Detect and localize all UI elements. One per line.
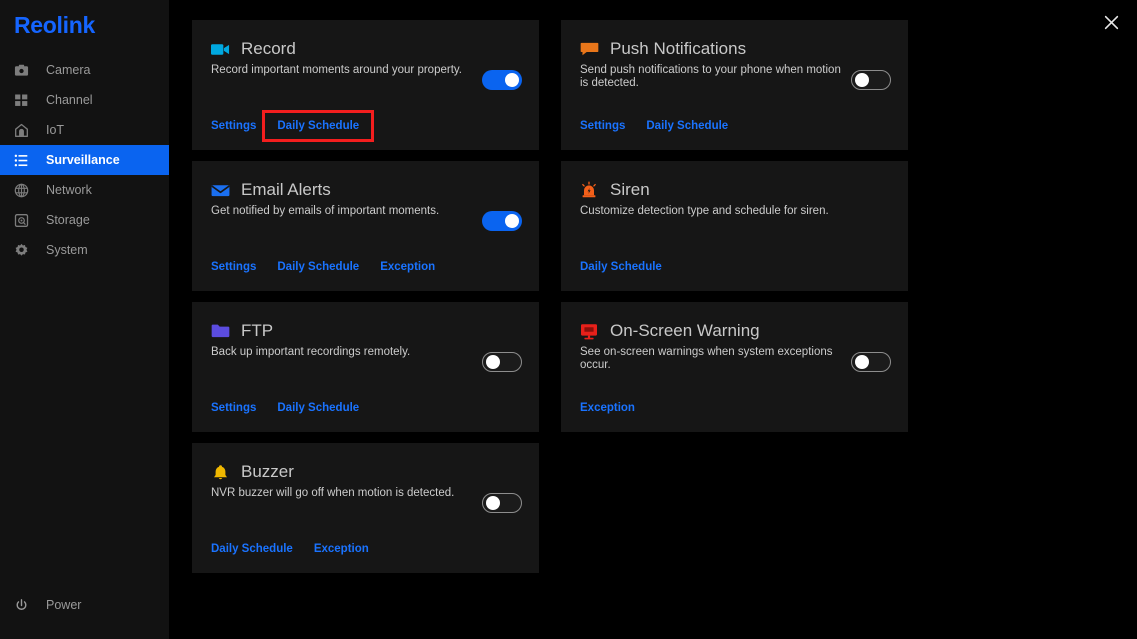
toggle-on-screen-warning[interactable] xyxy=(851,352,891,372)
gear-icon xyxy=(13,242,29,258)
link-daily-schedule[interactable]: Daily Schedule xyxy=(646,120,728,132)
link-exception[interactable]: Exception xyxy=(580,402,635,414)
toggle-knob xyxy=(486,355,500,369)
card-header: Buzzer xyxy=(210,461,294,483)
sidebar-item-power[interactable]: Power xyxy=(0,591,169,619)
surveillance-settings-page: Reolink Camera Channel IoT Surveillance Netw… xyxy=(0,0,1137,639)
channel-grid-icon xyxy=(13,92,29,108)
sidebar-item-label: Camera xyxy=(46,63,91,77)
card-description: Record important moments around your pro… xyxy=(211,64,462,76)
card-title: Siren xyxy=(610,180,650,199)
toggle-knob xyxy=(505,214,519,228)
link-settings[interactable]: Settings xyxy=(211,120,256,132)
card-on-screen-warning: On-Screen Warning See on-screen warnings … xyxy=(561,302,908,432)
toggle-knob xyxy=(855,355,869,369)
sidebar-item-storage[interactable]: Storage xyxy=(0,205,169,235)
card-header: On-Screen Warning xyxy=(579,320,760,342)
card-header: FTP xyxy=(210,320,273,342)
monitor-warning-icon xyxy=(579,321,599,341)
card-description: Send push notifications to your phone wh… xyxy=(580,64,841,89)
feature-cards-grid: Record Record important moments around yo… xyxy=(192,20,932,573)
sidebar-item-iot[interactable]: IoT xyxy=(0,115,169,145)
camera-icon xyxy=(13,62,29,78)
sidebar-item-label: IoT xyxy=(46,123,65,137)
toggle-buzzer[interactable] xyxy=(482,493,522,513)
card-header: Email Alerts xyxy=(210,179,331,201)
speech-bubble-icon xyxy=(579,39,599,59)
power-icon xyxy=(13,597,29,613)
card-header: Push Notifications xyxy=(579,38,746,60)
link-daily-schedule[interactable]: Daily Schedule xyxy=(580,261,662,273)
card-siren: Siren Customize detection type and schedu… xyxy=(561,161,908,291)
card-title: Email Alerts xyxy=(241,180,331,199)
link-settings[interactable]: Settings xyxy=(580,120,625,132)
toggle-knob xyxy=(855,73,869,87)
sidebar-item-network[interactable]: Network xyxy=(0,175,169,205)
sidebar-nav: Camera Channel IoT Surveillance Network Stora… xyxy=(0,55,169,265)
link-daily-schedule[interactable]: Daily Schedule xyxy=(262,110,375,142)
toggle-knob xyxy=(486,496,500,510)
card-buzzer: Buzzer NVR buzzer will go off when motion… xyxy=(192,443,539,573)
toggle-push-notifications[interactable] xyxy=(851,70,891,90)
siren-icon xyxy=(579,180,599,200)
card-description: NVR buzzer will go off when motion is de… xyxy=(211,487,455,499)
card-email-alerts: Email Alerts Get notified by emails of im… xyxy=(192,161,539,291)
card-links: Exception xyxy=(580,400,635,416)
bell-icon xyxy=(210,462,230,482)
sidebar-item-channel[interactable]: Channel xyxy=(0,85,169,115)
card-header: Siren xyxy=(579,179,650,201)
link-settings[interactable]: Settings xyxy=(211,261,256,273)
reolink-logo: Reolink xyxy=(14,12,95,38)
card-description: Get notified by emails of important mome… xyxy=(211,205,440,217)
sidebar-item-label: Storage xyxy=(46,213,90,227)
close-icon[interactable] xyxy=(1099,10,1123,34)
card-links: Daily Schedule xyxy=(580,259,662,275)
toggle-knob xyxy=(505,73,519,87)
link-settings[interactable]: Settings xyxy=(211,402,256,414)
sidebar-item-label: Surveillance xyxy=(46,153,120,167)
card-title: FTP xyxy=(241,321,274,340)
envelope-icon xyxy=(210,180,230,200)
card-push-notifications: Push Notifications Send push notification… xyxy=(561,20,908,150)
link-daily-schedule[interactable]: Daily Schedule xyxy=(277,261,359,273)
link-daily-schedule[interactable]: Daily Schedule xyxy=(277,402,359,414)
sidebar-item-label: Channel xyxy=(46,93,93,107)
sidebar: Reolink Camera Channel IoT Surveillance Netw… xyxy=(0,0,169,639)
sidebar-item-label: System xyxy=(46,243,88,257)
card-description: See on-screen warnings when system excep… xyxy=(580,346,833,371)
globe-icon xyxy=(13,182,29,198)
card-title: Record xyxy=(241,39,296,58)
link-exception[interactable]: Exception xyxy=(380,261,435,273)
card-record: Record Record important moments around yo… xyxy=(192,20,539,150)
main-content: Record Record important moments around yo… xyxy=(169,0,1137,639)
toggle-email-alerts[interactable] xyxy=(482,211,522,231)
card-links: Settings Daily Schedule xyxy=(211,400,359,416)
card-description: Customize detection type and schedule fo… xyxy=(580,205,829,217)
sidebar-item-camera[interactable]: Camera xyxy=(0,55,169,85)
card-title: On-Screen Warning xyxy=(610,321,760,340)
link-daily-schedule[interactable]: Daily Schedule xyxy=(211,543,293,555)
card-links: Settings Daily Schedule xyxy=(580,118,728,134)
link-exception[interactable]: Exception xyxy=(314,543,369,555)
card-header: Record xyxy=(210,38,296,60)
toggle-record[interactable] xyxy=(482,70,522,90)
list-icon xyxy=(13,152,29,168)
video-camera-icon xyxy=(210,39,230,59)
card-links: Daily Schedule Exception xyxy=(211,541,369,557)
card-links: Settings Daily Schedule xyxy=(211,110,375,142)
card-description: Back up important recordings remotely. xyxy=(211,346,411,358)
toggle-ftp[interactable] xyxy=(482,352,522,372)
sidebar-item-system[interactable]: System xyxy=(0,235,169,265)
card-ftp: FTP Back up important recordings remotely… xyxy=(192,302,539,432)
card-title: Push Notifications xyxy=(610,39,747,58)
harddisk-icon xyxy=(13,212,29,228)
card-title: Buzzer xyxy=(241,462,294,481)
iot-home-icon xyxy=(13,122,29,138)
sidebar-item-surveillance[interactable]: Surveillance xyxy=(0,145,169,175)
sidebar-item-label: Network xyxy=(46,183,92,197)
card-links: Settings Daily Schedule Exception xyxy=(211,259,435,275)
sidebar-item-power-label: Power xyxy=(46,598,82,612)
folder-icon xyxy=(210,321,230,341)
